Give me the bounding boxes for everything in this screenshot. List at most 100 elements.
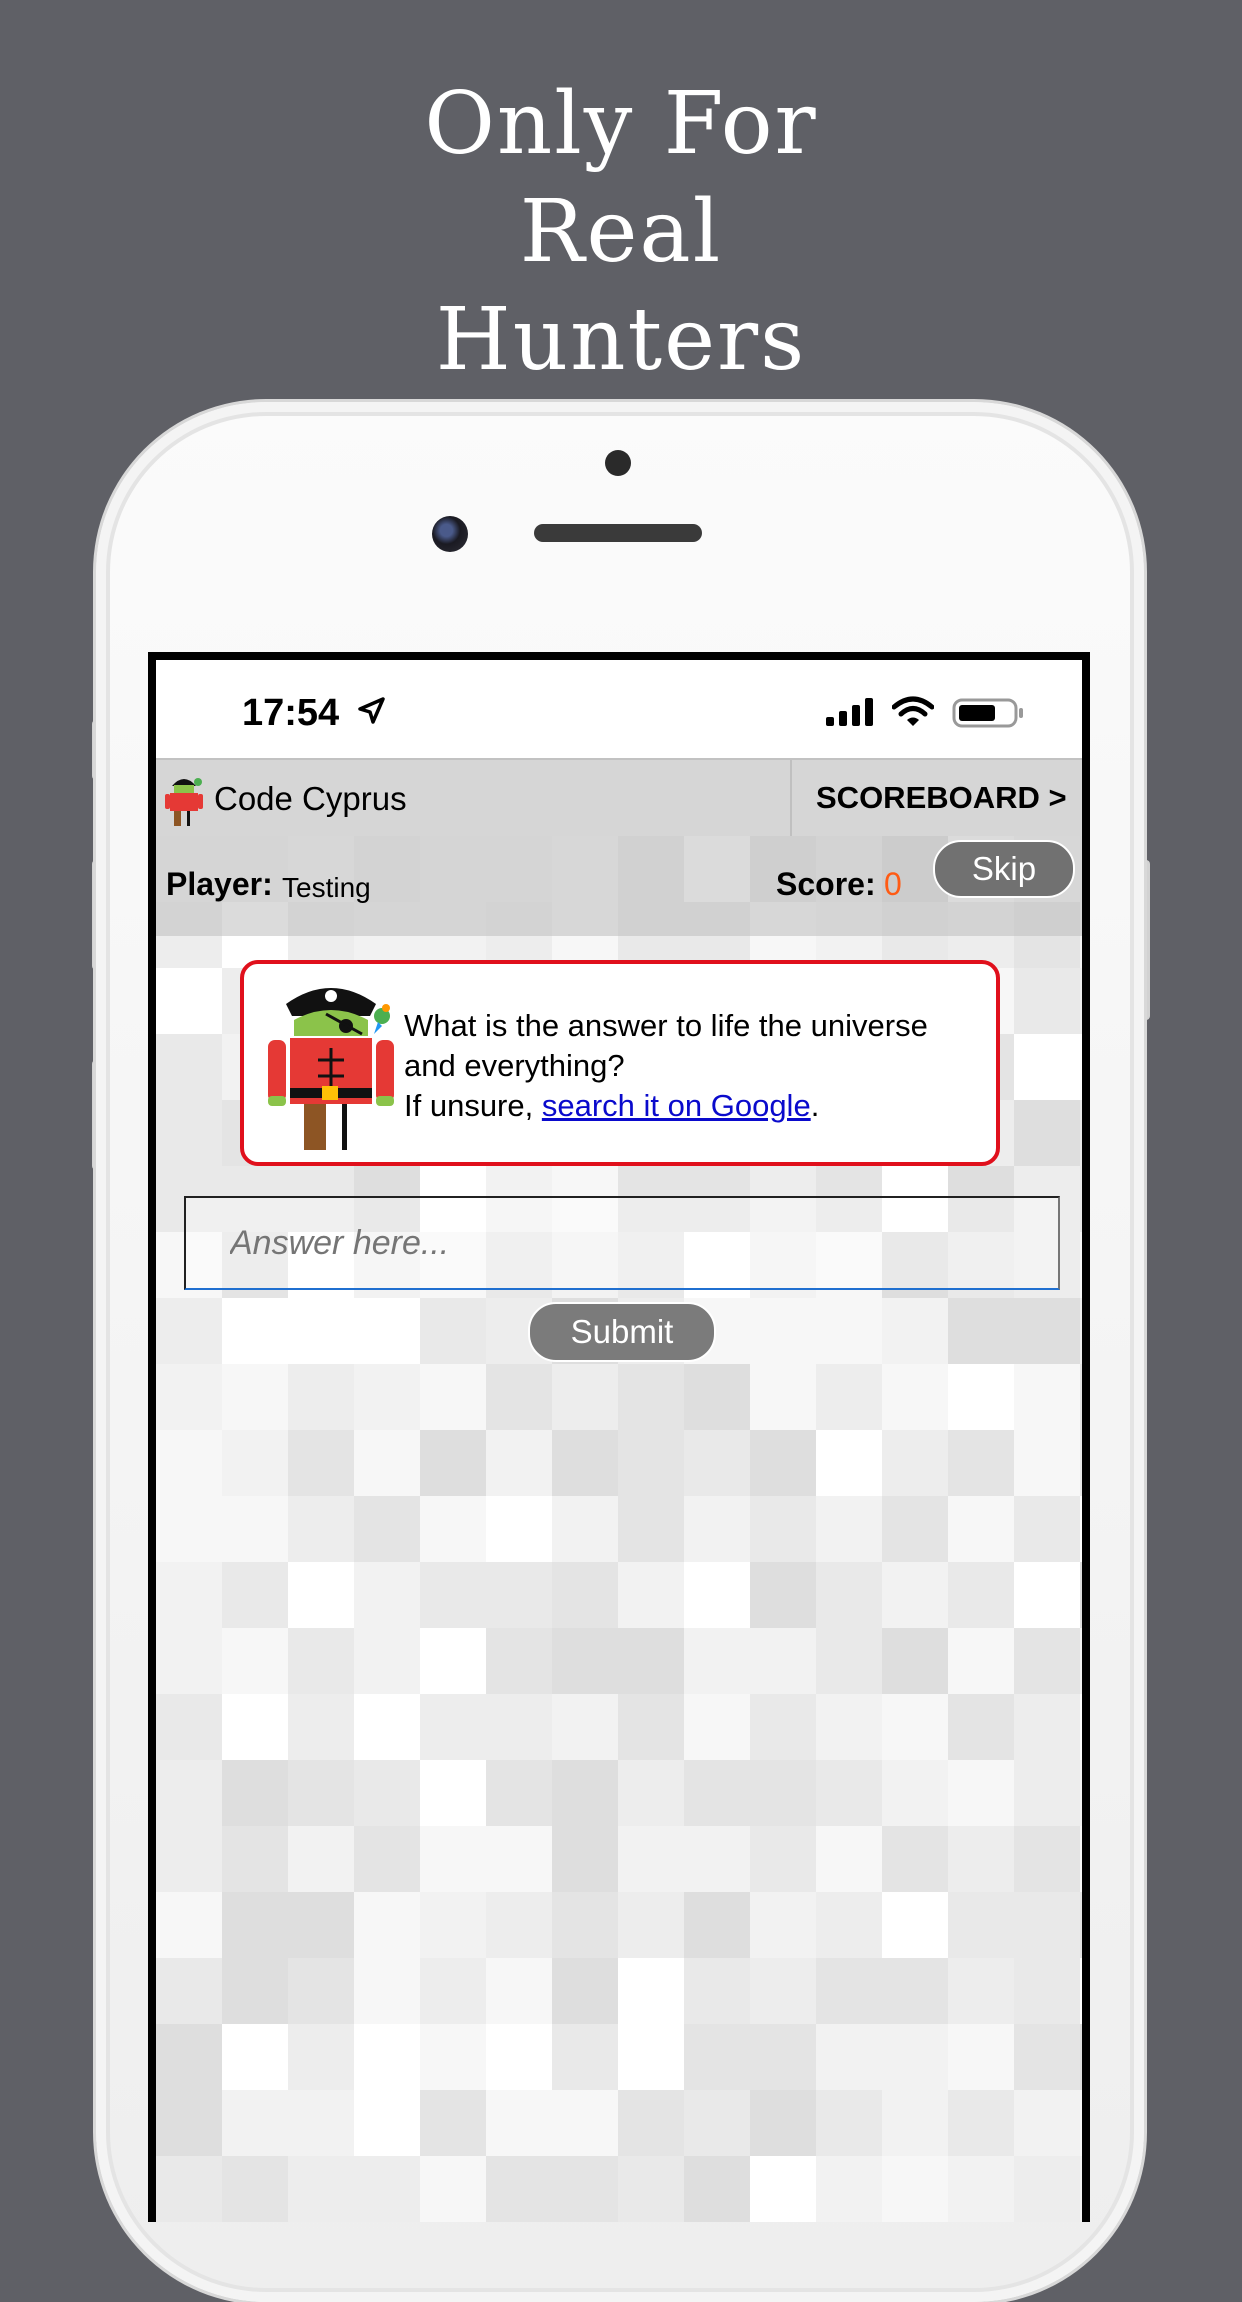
pixel-tile <box>420 1496 486 1562</box>
pixel-tile <box>684 1694 750 1760</box>
app-screen: 17:54 Code Cyprus SCOREBOARD > Player: T… <box>156 660 1082 2222</box>
quiz-content: Player: Testing Score: 0 Skip What is th… <box>156 836 1082 2222</box>
pixel-tile <box>882 2156 948 2222</box>
pixel-tile <box>750 1958 816 2024</box>
phone-screen: 17:54 Code Cyprus SCOREBOARD > Player: T… <box>148 652 1090 2222</box>
pixel-tile <box>1014 1562 1080 1628</box>
pixel-tile <box>618 1430 684 1496</box>
pixel-tile <box>552 1694 618 1760</box>
pixel-tile <box>420 1298 486 1364</box>
pixel-tile <box>486 1430 552 1496</box>
pixel-tile <box>420 1958 486 2024</box>
scoreboard-button[interactable]: SCOREBOARD > <box>816 780 1067 816</box>
submit-button[interactable]: Submit <box>528 1302 716 1362</box>
pixel-tile <box>948 2024 1014 2090</box>
pixel-tile <box>288 1958 354 2024</box>
score-value: 0 <box>884 866 902 902</box>
pixel-tile <box>1080 1826 1082 1892</box>
pixel-tile <box>486 1958 552 2024</box>
pixel-tile <box>1080 1760 1082 1826</box>
pixel-tile <box>948 1430 1014 1496</box>
pixel-tile <box>552 2090 618 2156</box>
headline-line-1: Only For <box>424 74 818 174</box>
status-time: 17:54 <box>242 692 340 734</box>
pixel-tile <box>948 1496 1014 1562</box>
pixel-tile <box>684 1496 750 1562</box>
pixel-tile <box>288 2090 354 2156</box>
pixel-tile <box>552 1958 618 2024</box>
pixel-tile <box>420 1430 486 1496</box>
pixel-tile <box>486 1694 552 1760</box>
pixel-tile <box>354 1958 420 2024</box>
pixel-tile <box>222 1298 288 1364</box>
pixel-tile <box>486 1826 552 1892</box>
pixel-tile <box>156 2156 222 2222</box>
pixel-tile <box>1080 2156 1082 2222</box>
pixel-tile <box>552 1760 618 1826</box>
pixel-tile <box>816 1298 882 1364</box>
pixel-tile <box>618 1958 684 2024</box>
pixel-tile <box>222 2024 288 2090</box>
pixel-tile <box>882 1892 948 1958</box>
pixel-tile <box>882 1694 948 1760</box>
pixel-tile <box>552 1562 618 1628</box>
pixel-tile <box>816 2090 882 2156</box>
question-card: What is the answer to life the universe … <box>240 960 1000 1166</box>
pixel-tile <box>882 1298 948 1364</box>
skip-button[interactable]: Skip <box>933 840 1075 898</box>
pixel-tile <box>222 1364 288 1430</box>
pixel-tile <box>486 2156 552 2222</box>
pixel-tile <box>750 1892 816 1958</box>
pixel-tile <box>948 1958 1014 2024</box>
pixel-tile <box>618 1826 684 1892</box>
pixel-tile <box>552 2156 618 2222</box>
pixel-tile <box>948 1760 1014 1826</box>
pixel-tile <box>420 1892 486 1958</box>
pixel-tile <box>288 2024 354 2090</box>
pixel-tile <box>684 1760 750 1826</box>
pixel-tile <box>354 1430 420 1496</box>
pixel-tile <box>1080 2090 1082 2156</box>
pixel-tile <box>1014 1628 1080 1694</box>
pixel-tile <box>1080 968 1082 1034</box>
pixel-tile <box>486 2090 552 2156</box>
pixel-tile <box>882 1958 948 2024</box>
pixel-tile <box>882 1760 948 1826</box>
pixel-tile <box>684 2024 750 2090</box>
pixel-tile <box>156 1298 222 1364</box>
pixel-tile <box>1014 1430 1080 1496</box>
pixel-tile <box>156 1958 222 2024</box>
pixel-tile <box>288 2156 354 2222</box>
battery-icon <box>952 698 1023 728</box>
pixel-tile <box>1080 1232 1082 1298</box>
pixel-tile <box>948 1628 1014 1694</box>
pixel-tile <box>552 1496 618 1562</box>
pixel-tile <box>156 1760 222 1826</box>
pixel-tile <box>684 1562 750 1628</box>
pixel-tile <box>156 968 222 1034</box>
pixel-tile <box>1080 1430 1082 1496</box>
pixel-tile <box>618 1562 684 1628</box>
pixel-tile <box>420 1760 486 1826</box>
pixel-tile <box>1080 1364 1082 1430</box>
pixel-tile <box>816 1628 882 1694</box>
pixel-tile <box>750 2024 816 2090</box>
google-search-link[interactable]: search it on Google <box>542 1088 811 1123</box>
pixel-tile <box>156 2024 222 2090</box>
pixel-tile <box>684 1826 750 1892</box>
pixel-tile <box>948 2090 1014 2156</box>
pixel-tile <box>222 1628 288 1694</box>
pixel-tile <box>156 1694 222 1760</box>
answer-input[interactable] <box>184 1196 1060 1290</box>
pixel-tile <box>552 2024 618 2090</box>
pixel-tile <box>354 1826 420 1892</box>
pixel-tile <box>948 1562 1014 1628</box>
status-bar: 17:54 <box>156 660 1082 758</box>
player-label: Player: <box>166 866 273 902</box>
pixel-tile <box>222 1430 288 1496</box>
pixel-tile <box>222 1958 288 2024</box>
pixel-tile <box>354 1628 420 1694</box>
pixel-tile <box>222 1496 288 1562</box>
pixel-tile <box>420 1364 486 1430</box>
pixel-tile <box>222 2090 288 2156</box>
